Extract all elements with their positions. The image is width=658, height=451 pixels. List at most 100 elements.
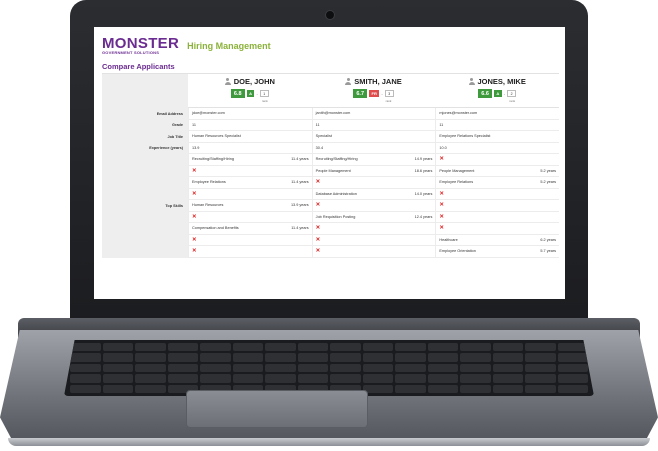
keyboard-key — [362, 374, 393, 383]
keyboard-key — [525, 374, 556, 383]
skill-cell: ✕ — [189, 235, 312, 246]
keyboard-key — [525, 384, 556, 393]
skill-cell: Employee Orientation 5.7 years — [436, 246, 560, 258]
logo-subtitle: GOVERNMENT SOLUTIONS — [102, 50, 160, 55]
keyboard-key — [70, 343, 101, 352]
candidate-header: JONES, MIKE 6.6 A - 2 rank — [435, 74, 560, 108]
skill-cell: ✕ — [436, 154, 560, 166]
keyboard-key — [70, 363, 101, 373]
keyboard-key — [395, 353, 426, 362]
job-title-value: Employee Relations Specialist — [435, 131, 560, 143]
skill-name: Employee Relations — [192, 180, 226, 185]
webcam — [325, 10, 335, 20]
skill-years: 5.2 years — [540, 168, 557, 173]
skill-cell: Database Administration 14.0 years — [312, 189, 436, 200]
row-label: Top Skills — [102, 154, 188, 258]
skill-years: 14.9 years — [414, 157, 433, 162]
rank-select[interactable]: 1 — [259, 90, 269, 97]
keyboard-key — [70, 384, 101, 393]
score-badge: 6.6 — [478, 89, 492, 98]
email-value[interactable]: jdoe@monster.com — [188, 108, 312, 120]
experience-value: 10.0 — [435, 142, 560, 154]
grade-value: 11 — [435, 119, 560, 131]
missing-skill-icon: ✕ — [192, 213, 197, 220]
page-title: Compare Applicants — [102, 62, 175, 71]
score-badge: 6.7 — [353, 89, 368, 98]
keyboard-key — [492, 374, 523, 383]
missing-skill-icon: ✕ — [439, 190, 444, 197]
separator: - — [503, 91, 506, 96]
skill-name: Job Requisition Posting — [315, 214, 356, 219]
keyboard-key — [525, 343, 556, 352]
skill-years: 12.4 years — [414, 214, 433, 219]
keyboard-key — [135, 374, 166, 383]
candidate-header-row: DOE, JOHN 6.8 A - 1 rank SMITH, JANE 6.7… — [102, 74, 560, 108]
experience-value: 13.9 — [188, 142, 312, 154]
missing-skill-icon: ✕ — [439, 202, 444, 209]
skill-cell: ✕ — [436, 212, 560, 223]
keyboard-key — [135, 363, 166, 373]
rank-select[interactable]: 2 — [507, 90, 517, 97]
job-title-row: Job Title Human Resources Specialist Spe… — [102, 131, 560, 143]
skill-name: Human Resources — [192, 203, 224, 208]
skill-cell: Healthcare 6.2 years — [436, 235, 560, 246]
keyboard-key — [265, 353, 296, 362]
missing-skill-icon: ✕ — [315, 236, 321, 243]
keyboard-key — [557, 353, 588, 362]
missing-skill-icon: ✕ — [192, 190, 197, 197]
keyboard-key — [167, 353, 198, 362]
email-row: Email Address jdoe@monster.com janith@mo… — [102, 108, 560, 120]
keyboard-key — [460, 343, 491, 352]
skill-years: 11.4 years — [291, 157, 309, 162]
keyboard-key — [232, 353, 263, 362]
skills-column: Recruiting/Staffing/Hiring 14.9 years Peop… — [311, 154, 436, 258]
skill-years: 5.7 years — [540, 249, 557, 254]
keyboard-key — [70, 374, 101, 383]
skill-name: People Management — [315, 168, 351, 173]
rank-select[interactable]: 3 — [384, 90, 394, 97]
keyboard-key — [362, 363, 393, 373]
monster-logo[interactable]: MONSTER GOVERNMENT SOLUTIONS — [102, 36, 179, 55]
skill-name: Database Administration — [315, 191, 357, 196]
keyboard-key — [525, 353, 556, 362]
grade-badge: FR — [369, 90, 380, 97]
keyboard-key — [492, 384, 523, 393]
rank-caption: rank — [509, 99, 516, 103]
candidate-name[interactable]: DOE, JOHN — [224, 77, 275, 86]
skill-cell: People Management 5.2 years — [436, 166, 560, 177]
skill-cell: Employee Relations 5.2 years — [436, 177, 560, 189]
keyboard-key — [297, 374, 328, 383]
keyboard-key — [102, 374, 133, 383]
grade-row: Grade 11 11 11 — [102, 119, 560, 131]
keyboard-key — [135, 384, 166, 393]
skill-cell: ✕ — [312, 235, 436, 246]
keyboard-key — [200, 353, 231, 362]
keyboard-key — [460, 384, 491, 393]
keyboard-key — [395, 374, 426, 383]
score-line: 6.6 A - 2 — [478, 89, 517, 98]
keyboard-key — [492, 353, 523, 362]
keyboard-key — [492, 363, 523, 373]
email-value[interactable]: mjones@monster.com — [435, 108, 560, 120]
keyboard-key — [330, 343, 361, 352]
skill-name: Employee Relations — [439, 180, 474, 185]
experience-row: Experience (years) 13.9 30.4 10.0 — [102, 142, 560, 154]
rank-caption: rank — [261, 99, 268, 103]
laptop-front-edge — [8, 438, 650, 446]
skill-cell: ✕ — [312, 177, 436, 189]
skill-cell: ✕ — [436, 189, 560, 200]
candidate-name[interactable]: SMITH, JANE — [345, 77, 402, 86]
keyboard-key — [427, 343, 458, 352]
skill-years: 6.2 years — [540, 237, 557, 242]
person-icon — [224, 78, 231, 85]
keyboard-key — [102, 343, 133, 352]
keyboard-key — [330, 353, 361, 362]
email-value[interactable]: janith@monster.com — [311, 108, 436, 120]
header-spacer — [102, 74, 188, 108]
grade-badge: A — [246, 90, 255, 97]
trackpad — [186, 390, 368, 428]
candidate-name[interactable]: JONES, MIKE — [468, 77, 526, 86]
missing-skill-icon: ✕ — [315, 202, 321, 209]
keyboard-key — [492, 343, 523, 352]
skills-column: Recruiting/Staffing/Hiring 11.4 years ✕ Emp… — [188, 154, 312, 258]
